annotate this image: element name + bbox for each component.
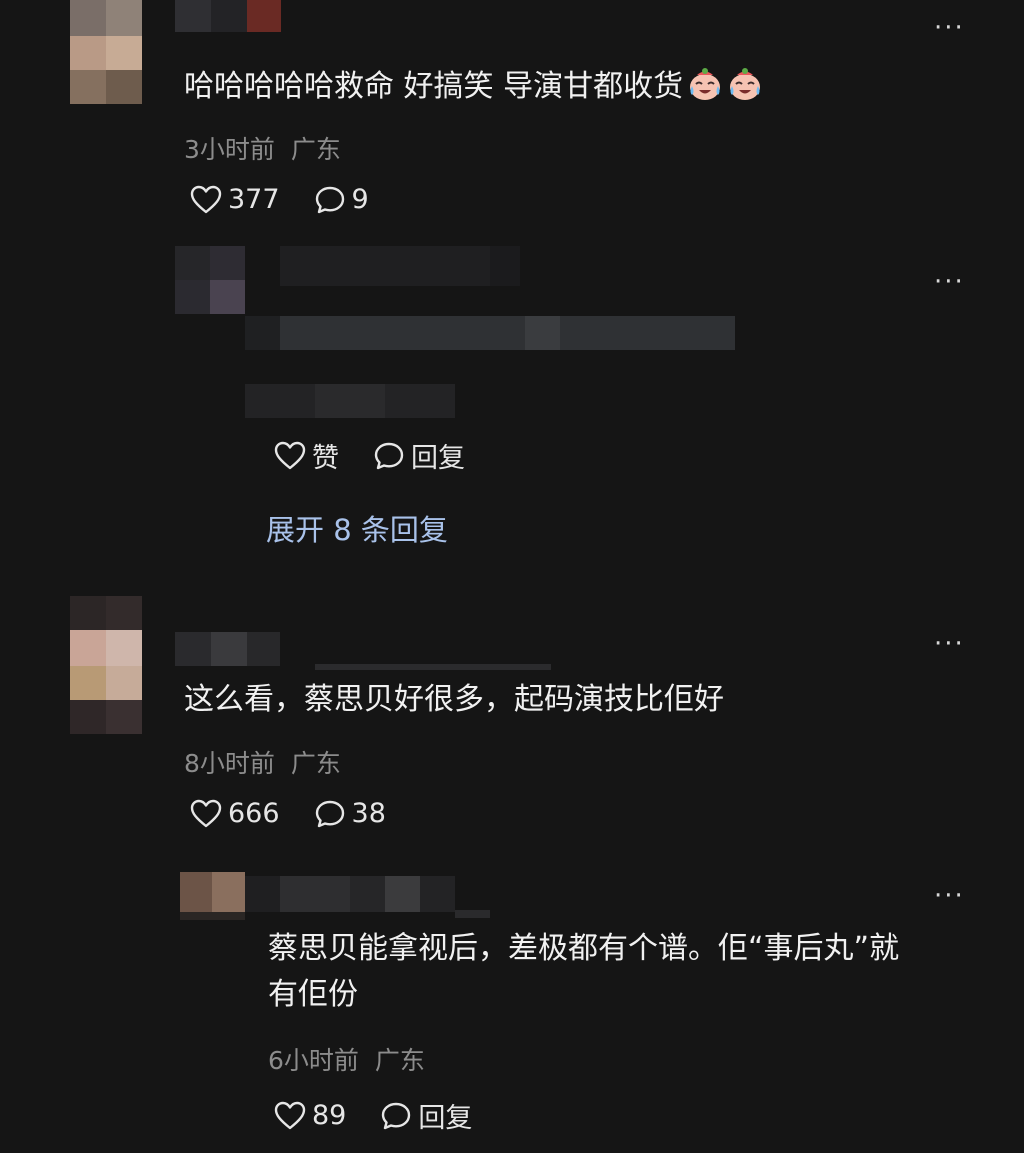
heart-icon (190, 799, 222, 829)
more-icon[interactable]: ··· (934, 269, 965, 295)
reply-actions: 89 回复 (274, 1096, 472, 1135)
expand-replies-link[interactable]: 展开 8 条回复 (266, 507, 448, 549)
comment-text-content: 哈哈哈哈哈救命 好搞笑 导演甘都收货 (184, 69, 684, 104)
like-count: 89 (312, 1100, 347, 1131)
avatar[interactable] (70, 596, 142, 736)
reply-text-line-2: 有佢份 (268, 977, 358, 1012)
comment-bubble-icon (380, 1101, 412, 1131)
reply-count: 9 (351, 184, 369, 215)
timestamp: 3小时前 (184, 135, 275, 164)
comment-bubble-icon (314, 799, 346, 829)
like-button[interactable]: 377 (190, 184, 280, 215)
comment-actions: 377 9 (190, 184, 369, 215)
more-icon[interactable]: ··· (934, 631, 965, 657)
reply-text-line-1: 蔡思贝能拿视后，差极都有个谱。佢“事后丸”就 (268, 931, 900, 966)
like-button[interactable]: 赞 (274, 436, 339, 475)
heart-icon (274, 1101, 306, 1131)
reply-button[interactable]: 回复 (380, 1096, 472, 1135)
reply-meta: 6小时前 广东 (268, 1041, 425, 1077)
comment-meta: 8小时前 广东 (184, 744, 341, 780)
reply-label: 回复 (411, 443, 465, 474)
like-button[interactable]: 89 (274, 1096, 346, 1135)
crying-laughing-emoji (687, 66, 723, 102)
reply-button[interactable]: 回复 (373, 436, 465, 475)
location: 广东 (290, 749, 341, 778)
reply-actions: 赞 回复 (274, 436, 465, 475)
like-label: 赞 (312, 443, 339, 474)
reply-label: 回复 (418, 1103, 473, 1134)
comment-text: 哈哈哈哈哈救命 好搞笑 导演甘都收货 (184, 64, 763, 110)
more-icon[interactable]: ··· (934, 15, 965, 41)
comment-meta: 3小时前 广东 (184, 130, 341, 166)
heart-icon (274, 441, 306, 471)
comment-bubble-icon (373, 441, 405, 471)
like-count: 666 (228, 798, 280, 829)
timestamp: 6小时前 (268, 1046, 359, 1075)
reply-count: 38 (351, 798, 386, 829)
reply-count-button[interactable]: 38 (314, 798, 386, 829)
like-button[interactable]: 666 (190, 798, 280, 829)
location: 广东 (290, 135, 341, 164)
timestamp: 8小时前 (184, 749, 275, 778)
location: 广东 (374, 1046, 425, 1075)
comment-text: 这么看，蔡思贝好很多，起码演技比佢好 (184, 682, 724, 717)
more-icon[interactable]: ··· (934, 883, 965, 909)
comment-actions: 666 38 (190, 798, 386, 829)
like-count: 377 (228, 184, 280, 215)
avatar[interactable] (70, 0, 142, 104)
reply-count-button[interactable]: 9 (314, 184, 369, 215)
heart-icon (190, 185, 222, 215)
comment-bubble-icon (314, 185, 346, 215)
crying-laughing-emoji (727, 66, 763, 102)
